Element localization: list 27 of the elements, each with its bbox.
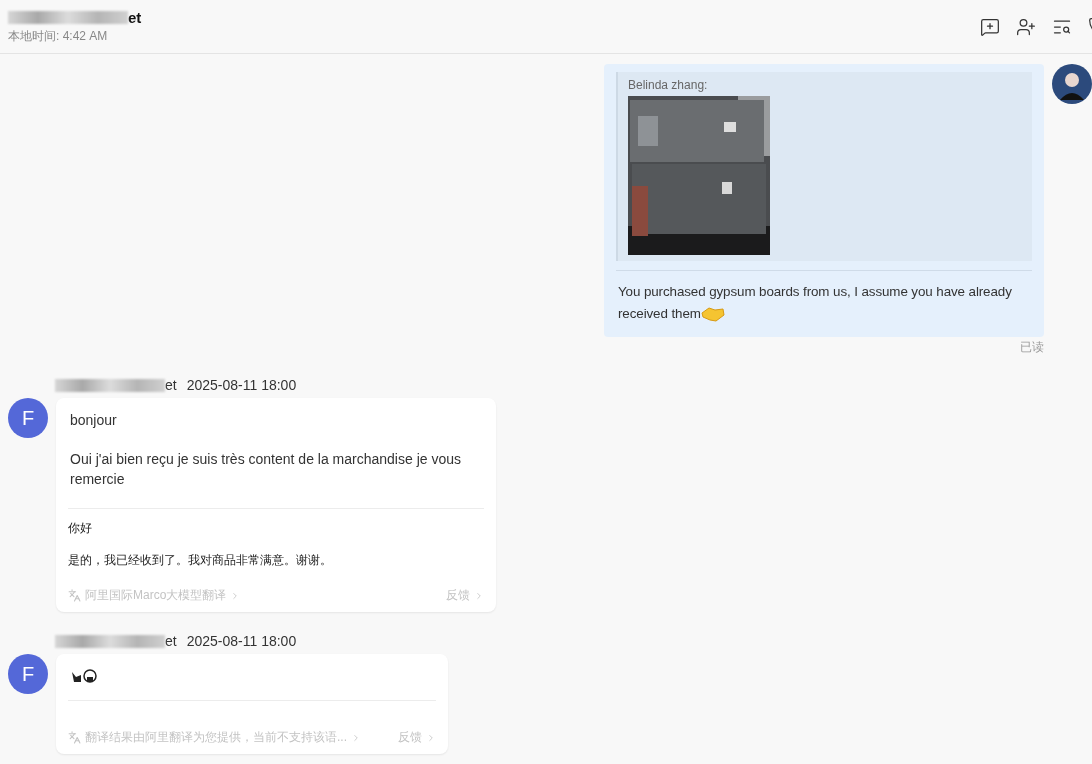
translate-icon: [68, 731, 81, 744]
new-message-icon[interactable]: [980, 17, 1000, 37]
emoji-icon: [83, 669, 97, 683]
sender-name: et: [165, 633, 177, 649]
chevron-right-icon: [426, 732, 436, 743]
message-text: Oui j'ai bien reçu je suis très content de la marchandise je vous remercie: [70, 450, 462, 489]
message-text: You purchased gypsum boards from us, I assume you have already received them: [617, 283, 1013, 325]
avatar[interactable]: F: [8, 654, 48, 694]
add-user-icon[interactable]: [1016, 17, 1036, 37]
feedback-link[interactable]: 反馈: [398, 729, 436, 746]
translate-icon: [68, 589, 81, 602]
message-time: 2025-08-11 18:00: [186, 633, 297, 649]
contact-name: et: [128, 9, 142, 26]
chevron-right-icon: [474, 590, 484, 601]
local-time: 本地时间: 4:42 AM: [8, 28, 109, 45]
feedback-link[interactable]: 反馈: [446, 587, 484, 604]
handshake-icon: [700, 306, 725, 323]
avatar-icon[interactable]: [1052, 64, 1092, 104]
read-status: 已读: [1020, 339, 1044, 356]
sender-name: et: [165, 377, 177, 393]
translated-text: 是的，我已经收到了。我对商品非常满意。谢谢。: [68, 552, 333, 569]
quote-author: Belinda zhang:: [628, 78, 709, 92]
chevron-right-icon: [351, 732, 361, 743]
message-time: 2025-08-11 18:00: [186, 377, 297, 393]
message-text: bonjour: [70, 411, 118, 430]
avatar[interactable]: F: [8, 398, 48, 438]
translated-text: 你好: [68, 520, 93, 537]
